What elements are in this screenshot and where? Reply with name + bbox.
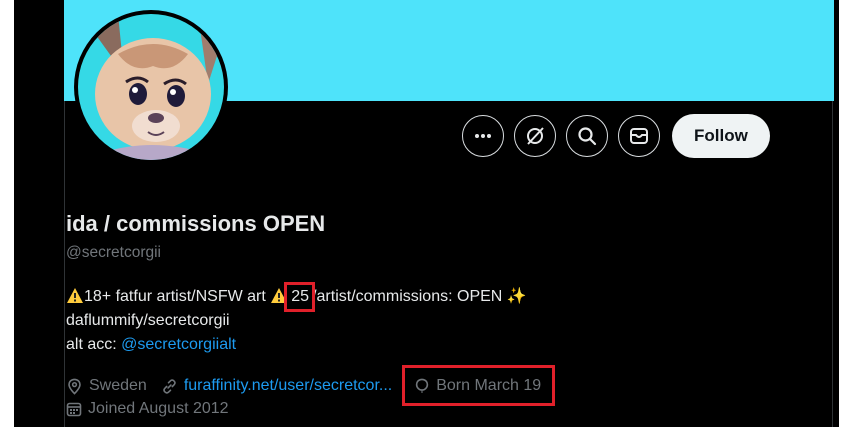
website: furaffinity.net/user/secretcor... <box>161 377 392 395</box>
message-icon <box>630 128 648 144</box>
birthday-text: Born March 19 <box>436 377 542 394</box>
profile-bio: 18+ fatfur artist/NSFW art 25/artist/com… <box>66 282 766 357</box>
display-name: ida / commissions OPEN <box>66 211 326 236</box>
location: Sweden <box>66 377 147 395</box>
balloon-icon <box>416 378 429 393</box>
profile-meta: Sweden furaffinity.net/user/secretcor...… <box>66 365 556 406</box>
website-link[interactable]: furaffinity.net/user/secretcor... <box>184 377 392 395</box>
bio-line-1: 18+ fatfur artist/NSFW art 25/artist/com… <box>66 282 766 312</box>
left-divider <box>64 101 65 427</box>
more-icon <box>475 134 491 138</box>
alt-acc-label: alt acc: <box>66 336 122 353</box>
warning-icon <box>67 288 83 303</box>
bio-line-2: daflummify/secretcorgii <box>66 312 230 329</box>
joined-text: Joined August 2012 <box>88 400 229 417</box>
calendar-icon <box>66 402 82 417</box>
profile-frame: Follow ida / commissions OPEN @secretcor… <box>14 0 839 427</box>
sparkles-icon: ✨ <box>506 288 527 305</box>
joined-date: Joined August 2012 <box>66 400 229 418</box>
search-button[interactable] <box>566 115 608 157</box>
avatar-image <box>78 14 224 160</box>
search-icon <box>578 127 597 146</box>
bio-text-c: /artist/commissions: OPEN <box>312 288 503 305</box>
bio-line-3: alt acc: @secretcorgiialt <box>66 333 766 357</box>
right-divider <box>832 101 833 427</box>
profile-handle: @secretcorgii <box>66 244 161 261</box>
location-text: Sweden <box>89 377 147 394</box>
birthday: Born March 19 <box>402 365 556 406</box>
bio-text-a: 18+ fatfur artist/NSFW art <box>84 288 266 305</box>
avatar[interactable] <box>74 10 228 164</box>
link-icon <box>163 378 176 394</box>
follow-button[interactable]: Follow <box>672 114 770 158</box>
alt-account-link[interactable]: @secretcorgiialt <box>121 336 236 353</box>
message-button[interactable] <box>618 115 660 157</box>
location-icon <box>68 378 81 395</box>
profile-actions: Follow <box>462 114 770 158</box>
highlighted-age: 25 <box>284 282 315 312</box>
grok-icon <box>527 127 544 145</box>
more-button[interactable] <box>462 115 504 157</box>
grok-button[interactable] <box>514 115 556 157</box>
